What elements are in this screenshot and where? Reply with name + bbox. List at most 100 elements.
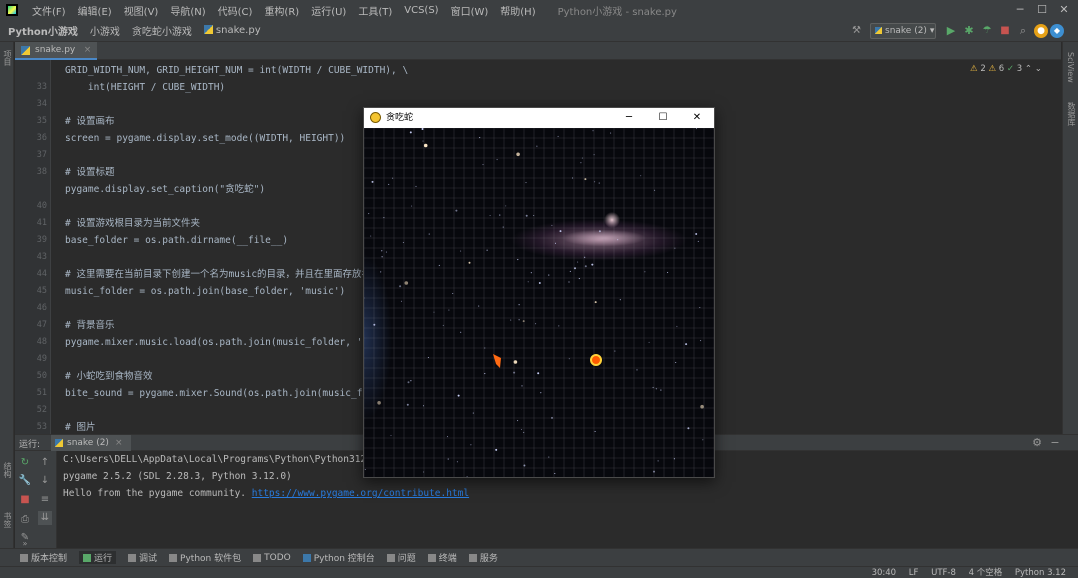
- tool-todo[interactable]: TODO: [253, 553, 291, 563]
- game-window[interactable]: 贪吃蛇 ─ ☐ ✕: [363, 107, 715, 478]
- maximize-icon[interactable]: ☐: [646, 108, 680, 128]
- tool-terminal[interactable]: 终端: [427, 551, 457, 564]
- line-number: 35: [36, 116, 47, 126]
- breadcrumb-file[interactable]: snake.py: [204, 25, 261, 36]
- tool-run[interactable]: 运行: [79, 551, 117, 564]
- line-number: 40: [36, 201, 47, 211]
- list-icon: [253, 553, 262, 562]
- tool-label: 版本控制: [31, 554, 68, 564]
- menu-navigate[interactable]: 导航(N): [164, 3, 211, 18]
- tool-python-console[interactable]: Python 控制台: [302, 551, 375, 564]
- code-text: base_folder = os.path.dirname(__file__): [65, 235, 289, 246]
- caret-position[interactable]: 30:40: [872, 568, 897, 578]
- shield-icon[interactable]: ◆: [1050, 24, 1064, 38]
- gear-icon[interactable]: ⚙: [1030, 436, 1044, 450]
- chevron-down-icon[interactable]: ⌄: [1035, 64, 1042, 74]
- menu-view[interactable]: 视图(V): [118, 3, 165, 18]
- tool-services[interactable]: 服务: [468, 551, 498, 564]
- code-text: bite_sound = pygame.mixer.Sound(os.path.…: [65, 388, 369, 399]
- package-icon: [169, 553, 178, 562]
- food-item: [590, 354, 602, 366]
- menu-vcs[interactable]: VCS(S): [398, 5, 444, 16]
- indent-setting[interactable]: 4 个空格: [969, 568, 1003, 578]
- menu-edit[interactable]: 编辑(E): [72, 3, 118, 18]
- scroll-to-end-icon[interactable]: ⇊: [38, 511, 52, 525]
- editor-tab-bar: snake.py ×: [15, 42, 1061, 60]
- tool-problems[interactable]: 问题: [386, 551, 416, 564]
- tool-label: 运行: [94, 554, 113, 564]
- tab-snake-py[interactable]: snake.py ×: [15, 42, 98, 60]
- menu-help[interactable]: 帮助(H): [494, 3, 541, 18]
- code-line[interactable]: 33 int(HEIGHT / CUBE_WIDTH): [15, 79, 1061, 96]
- line-number: 47: [36, 320, 47, 330]
- database-tool-label[interactable]: 数据库: [1066, 102, 1077, 126]
- search-icon[interactable]: ⌕: [1016, 24, 1030, 38]
- menu-window[interactable]: 窗口(W): [445, 3, 495, 18]
- breadcrumb-folder[interactable]: 小游戏: [90, 23, 120, 38]
- line-number: 53: [36, 422, 47, 432]
- run-tab-close-icon[interactable]: ×: [115, 438, 123, 448]
- structure-tool-label[interactable]: 结构: [2, 462, 13, 478]
- hammer-icon[interactable]: ⚒: [852, 25, 861, 36]
- tool-python-packages[interactable]: Python 软件包: [169, 551, 241, 564]
- minimize-icon[interactable]: ─: [1010, 0, 1030, 20]
- menu-tools[interactable]: 工具(T): [352, 3, 398, 18]
- menu-run[interactable]: 运行(U): [305, 3, 352, 18]
- line-number: 37: [36, 150, 47, 160]
- game-sprites: [493, 354, 602, 368]
- stop-icon[interactable]: ■: [998, 24, 1012, 38]
- coverage-icon[interactable]: ☂: [980, 24, 994, 38]
- sciview-tool-label[interactable]: SciView: [1066, 52, 1075, 83]
- print-icon[interactable]: ⎙: [18, 513, 32, 527]
- menu-code[interactable]: 代码(C): [212, 3, 259, 18]
- file-encoding[interactable]: UTF-8: [931, 568, 956, 578]
- menu-refactor[interactable]: 重构(R): [258, 3, 305, 18]
- chevron-up-icon[interactable]: ⌃: [1025, 64, 1032, 74]
- game-canvas[interactable]: [364, 128, 714, 477]
- rerun-icon[interactable]: ↻: [18, 456, 32, 470]
- maximize-icon[interactable]: ☐: [1032, 0, 1052, 20]
- pygame-contribute-link[interactable]: https://www.pygame.org/contribute.html: [252, 488, 469, 499]
- line-number: 49: [36, 354, 47, 364]
- line-number: 41: [36, 218, 47, 228]
- soft-wrap-icon[interactable]: ≡: [38, 493, 52, 507]
- breadcrumb-subfolder[interactable]: 贪吃蛇小游戏: [132, 23, 192, 38]
- line-number: 51: [36, 388, 47, 398]
- close-icon[interactable]: ✕: [680, 108, 714, 128]
- code-text: # 设置画布: [65, 116, 115, 127]
- update-icon[interactable]: ●: [1034, 24, 1048, 38]
- console-line: Hello from the pygame community. https:/…: [63, 485, 469, 502]
- game-window-titlebar[interactable]: 贪吃蛇 ─ ☐ ✕: [364, 108, 714, 128]
- run-tab-snake[interactable]: snake (2) ×: [51, 435, 131, 451]
- tab-close-icon[interactable]: ×: [84, 42, 92, 58]
- menu-file[interactable]: 文件(F): [26, 3, 72, 18]
- status-bar: 30:40 LF UTF-8 4 个空格 Python 3.12: [0, 566, 1078, 578]
- line-number: 33: [36, 82, 47, 92]
- snake-head: [493, 354, 501, 368]
- typo-icon: ✓: [1006, 64, 1015, 74]
- breadcrumb-project[interactable]: Python小游戏: [8, 23, 78, 38]
- minimize-icon[interactable]: ─: [612, 108, 646, 128]
- line-number: 36: [36, 133, 47, 143]
- inspection-widget[interactable]: ⚠ 2 ⚠ 6 ✓ 3 ⌃ ⌄: [970, 64, 1042, 74]
- console-text: Hello from the pygame community.: [63, 488, 252, 499]
- run-icon[interactable]: ▶: [944, 24, 958, 38]
- tool-debug[interactable]: 调试: [128, 551, 157, 564]
- wrench-icon[interactable]: 🔧: [18, 474, 32, 488]
- line-separator[interactable]: LF: [909, 568, 919, 578]
- debug-icon[interactable]: ✱: [962, 24, 976, 38]
- snake-app-icon: [370, 112, 381, 123]
- hide-panel-icon[interactable]: −: [1048, 436, 1062, 450]
- stop-icon[interactable]: ■: [18, 493, 32, 507]
- close-icon[interactable]: ✕: [1054, 0, 1074, 20]
- code-line[interactable]: GRID_WIDTH_NUM, GRID_HEIGHT_NUM = int(WI…: [15, 62, 1061, 79]
- interpreter-selector[interactable]: Python 3.12: [1015, 568, 1066, 578]
- run-config-dropdown[interactable]: snake (2) ▾: [870, 23, 936, 39]
- arrow-down-icon[interactable]: ↓: [38, 474, 52, 488]
- arrow-up-icon[interactable]: ↑: [38, 456, 52, 470]
- tool-label: 调试: [139, 554, 158, 564]
- project-tool-label[interactable]: 项目: [2, 50, 13, 66]
- line-number: 45: [36, 286, 47, 296]
- tool-version-control[interactable]: 版本控制: [20, 551, 67, 564]
- bookmarks-tool-label[interactable]: 书签: [2, 512, 13, 528]
